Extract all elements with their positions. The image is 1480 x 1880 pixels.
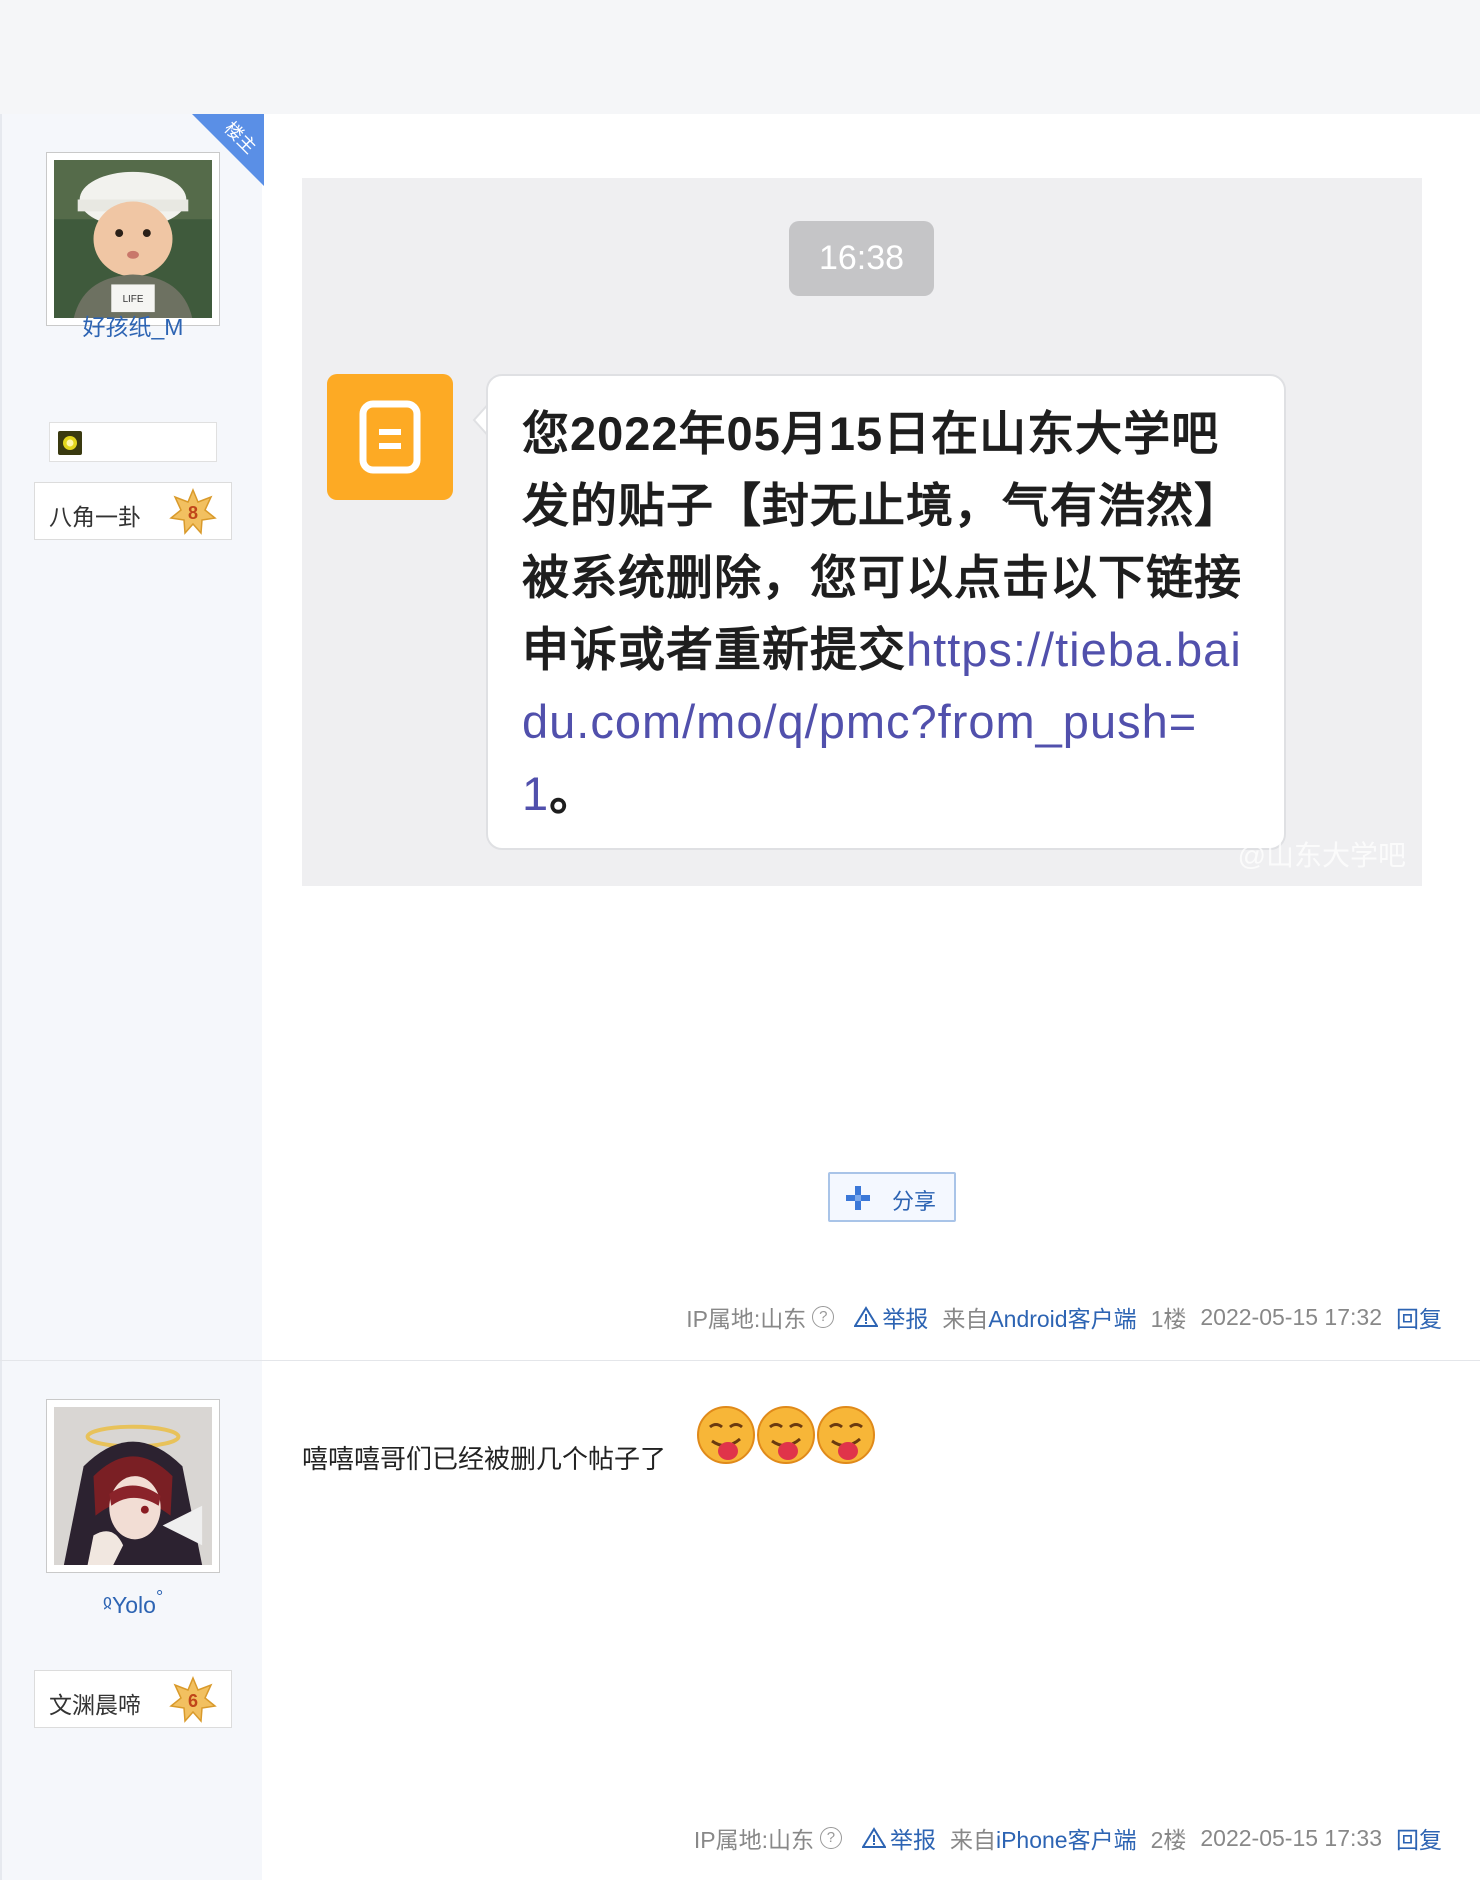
image-watermark: @山东大学吧: [1237, 840, 1406, 871]
level-title: 文渊晨啼: [49, 1692, 141, 1718]
level-title: 八角一卦: [49, 504, 141, 530]
report-label: 举报: [882, 1306, 929, 1332]
post-time: 2022-05-15 17:32: [1200, 1303, 1382, 1330]
message-text: 您2022年05月15日在山东大学吧发的贴子【封无止境，气有浩然】被系统删除，您…: [522, 398, 1262, 830]
svg-text:LIFE: LIFE: [123, 294, 144, 305]
message-bubble: 您2022年05月15日在山东大学吧发的贴子【封无止境，气有浩然】被系统删除，您…: [486, 374, 1286, 850]
achievement-badge-box[interactable]: [49, 422, 217, 462]
ip-location: IP属地:山东: [686, 1306, 807, 1332]
message-time: 16:38: [789, 221, 934, 296]
level-star-icon: 8: [169, 488, 217, 535]
author-name[interactable]: 好孩纸_M: [2, 308, 264, 342]
name-suffix-decoration: °: [155, 1587, 164, 1607]
member-level-box[interactable]: 八角一卦 8: [34, 482, 232, 540]
author-sidebar: ჲYolo° 文渊晨啼 6: [0, 1361, 262, 1880]
svg-text:8: 8: [188, 503, 198, 523]
share-button[interactable]: 分享: [828, 1172, 956, 1222]
reply-link[interactable]: 回复: [1396, 1300, 1442, 1334]
share-label: 分享: [892, 1189, 937, 1214]
client-link[interactable]: Android客户端: [988, 1300, 1136, 1334]
help-icon[interactable]: ?: [812, 1306, 835, 1328]
message-app-icon: [327, 374, 453, 500]
avatar-child-photo-icon: LIFE: [54, 160, 212, 318]
report-link[interactable]: 举报: [861, 1821, 936, 1855]
author-name: Yolo: [112, 1592, 156, 1618]
report-link[interactable]: 举报: [854, 1300, 928, 1334]
level-star-icon: 6: [169, 1676, 217, 1723]
author-avatar[interactable]: LIFE: [46, 152, 220, 326]
report-label: 举报: [889, 1827, 936, 1853]
message-suffix: 。: [549, 767, 598, 820]
floor-number: 1楼: [1150, 1306, 1187, 1332]
achievement-gem-icon: [58, 431, 82, 455]
warning-icon: [861, 1827, 886, 1848]
svg-text:6: 6: [188, 1691, 198, 1711]
avatar-anime-portrait-icon: [54, 1407, 212, 1565]
client-link[interactable]: iPhone客户端: [996, 1821, 1137, 1855]
post-content: 16:38 您2022年05月15日在山东大学吧发的贴子【封无止境，气有浩然】被…: [302, 114, 1480, 1360]
tongue-face-emoji-icon: [817, 1406, 875, 1464]
warning-icon: [854, 1306, 879, 1327]
floor-number: 2楼: [1150, 1827, 1187, 1853]
post-time: 2022-05-15 17:33: [1200, 1824, 1382, 1851]
help-icon[interactable]: ?: [819, 1827, 842, 1849]
ip-location: IP属地:山东: [693, 1827, 814, 1853]
post-floor-2: ჲYolo° 文渊晨啼 6 嘻嘻嘻哥们已经被删几个帖子了 IP属地:山东 ? 举…: [0, 1361, 1480, 1880]
author-avatar[interactable]: [46, 1399, 220, 1573]
post-footer: IP属地:山东 ? 举报 来自 Android客户端 1楼 2022-05-15…: [686, 1300, 1442, 1334]
post-floor-1: 楼主 LIFE 好孩纸_M 八角一卦 8 16:38 您2022年05月15日在…: [0, 114, 1480, 1361]
from-prefix: 来自: [942, 1306, 989, 1332]
top-bar: [0, 0, 1480, 114]
tongue-face-emoji-icon: [697, 1406, 755, 1464]
post-text: 嘻嘻嘻哥们已经被删几个帖子了: [302, 1444, 667, 1474]
reply-link[interactable]: 回复: [1396, 1821, 1442, 1855]
author-sidebar: 楼主 LIFE 好孩纸_M 八角一卦 8: [0, 114, 264, 1360]
name-prefix-decoration: ჲ: [102, 1591, 112, 1611]
from-prefix: 来自: [949, 1827, 996, 1853]
share-plus-icon: [846, 1186, 870, 1210]
member-level-box[interactable]: 文渊晨啼 6: [34, 1670, 232, 1728]
post-image[interactable]: 16:38 您2022年05月15日在山东大学吧发的贴子【封无止境，气有浩然】被…: [302, 178, 1422, 886]
author-name-wrap[interactable]: ჲYolo°: [2, 1587, 264, 1619]
tongue-face-emoji-icon: [757, 1406, 815, 1464]
post-footer: IP属地:山东 ? 举报 来自 iPhone客户端 2楼 2022-05-15 …: [694, 1821, 1442, 1855]
